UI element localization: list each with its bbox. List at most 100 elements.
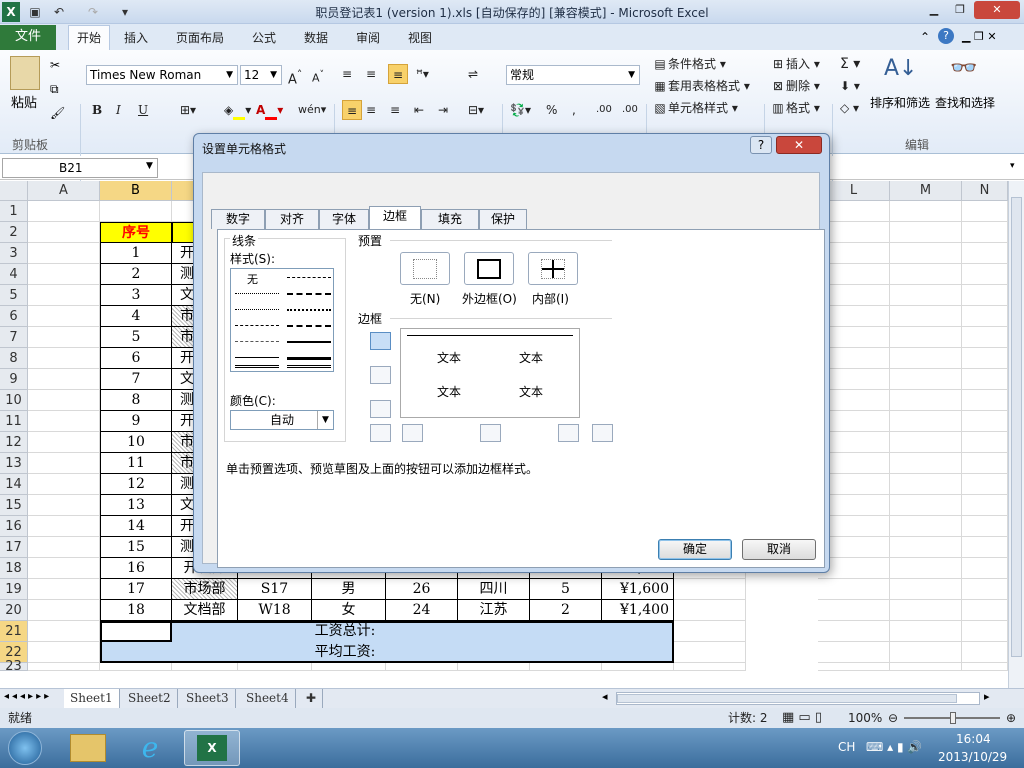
cell[interactable]	[28, 579, 100, 600]
cell[interactable]	[818, 600, 890, 621]
font-size-select[interactable]: 12 ▼	[240, 65, 282, 85]
cell[interactable]	[28, 348, 100, 369]
cell[interactable]	[890, 453, 962, 474]
dialog-tab[interactable]: 字体	[319, 209, 369, 229]
cell[interactable]	[890, 327, 962, 348]
dialog-tab[interactable]: 填充	[421, 209, 479, 229]
cell[interactable]	[962, 432, 1008, 453]
hscroll-left-icon[interactable]: ◂	[602, 690, 608, 703]
cell[interactable]	[890, 285, 962, 306]
sheet-nav-icon[interactable]: ◂◂◂▸▸▸	[4, 691, 52, 702]
data-cell[interactable]: 江苏	[458, 600, 530, 621]
cell-style-button[interactable]: ▧ 单元格样式 ▾	[652, 98, 738, 118]
cell[interactable]	[962, 453, 1008, 474]
data-cell[interactable]: 24	[386, 600, 458, 621]
data-cell[interactable]: 文档部	[172, 600, 238, 621]
data-cell[interactable]: W18	[238, 600, 312, 621]
data-cell[interactable]: 5	[530, 579, 602, 600]
row-header[interactable]: 9	[0, 369, 28, 390]
data-cell[interactable]: 男	[312, 579, 386, 600]
wrap-text-icon[interactable]: ⇌	[468, 64, 478, 84]
cell[interactable]	[962, 264, 1008, 285]
row-header[interactable]: 15	[0, 495, 28, 516]
paste-label[interactable]: 粘贴	[11, 92, 37, 111]
zoom-slider-thumb[interactable]	[950, 712, 956, 724]
find-select-button[interactable]: 查找和选择	[935, 94, 995, 111]
file-tab[interactable]: 文件	[0, 25, 56, 50]
paste-icon[interactable]	[10, 56, 40, 90]
preset-inside-label[interactable]: 内部(I)	[532, 290, 569, 307]
cell[interactable]	[674, 600, 746, 621]
cell[interactable]	[890, 495, 962, 516]
cell[interactable]	[386, 663, 458, 671]
dialog-help-button[interactable]: ?	[750, 136, 772, 154]
preset-outline-button[interactable]	[464, 252, 514, 285]
cell[interactable]	[238, 663, 312, 671]
clock-time[interactable]: 16:04	[956, 732, 991, 746]
cell[interactable]	[890, 432, 962, 453]
cell[interactable]	[530, 663, 602, 671]
ie-icon[interactable]: e	[132, 732, 168, 764]
align-right-icon[interactable]: ≡	[390, 100, 400, 120]
row-header[interactable]: 17	[0, 537, 28, 558]
border-left-button[interactable]	[402, 424, 423, 442]
cell[interactable]	[28, 390, 100, 411]
name-box[interactable]: B21	[2, 158, 158, 178]
align-left-icon[interactable]: ≡	[342, 100, 362, 120]
cell[interactable]	[28, 600, 100, 621]
row-header[interactable]: 14	[0, 474, 28, 495]
cell[interactable]	[28, 201, 100, 222]
data-cell[interactable]: 18	[100, 600, 172, 621]
close-button[interactable]: ✕	[974, 1, 1020, 19]
fill-icon[interactable]: ⬇ ▾	[840, 76, 860, 96]
border-middle-h-button[interactable]	[370, 366, 391, 384]
data-cell[interactable]: ¥1,400	[602, 600, 674, 621]
cell[interactable]	[962, 537, 1008, 558]
row-header[interactable]: 7	[0, 327, 28, 348]
orientation-icon[interactable]: ꟸ▾	[416, 64, 429, 84]
color-select[interactable]: 自动 ▼	[230, 410, 334, 430]
cell[interactable]	[674, 579, 746, 600]
cell[interactable]	[28, 369, 100, 390]
cell[interactable]	[890, 369, 962, 390]
border-diag-down-button[interactable]	[592, 424, 613, 442]
cell[interactable]	[818, 663, 890, 671]
grow-font-icon[interactable]: A˄	[288, 65, 302, 87]
sheet-tab[interactable]: Sheet4	[240, 689, 296, 708]
cell[interactable]	[28, 474, 100, 495]
column-header[interactable]: B	[100, 181, 172, 201]
tab-4[interactable]: 数据	[304, 29, 328, 46]
italic-button[interactable]: I	[116, 100, 121, 120]
border-bottom-button[interactable]	[370, 400, 391, 418]
shrink-font-icon[interactable]: A˅	[312, 65, 324, 85]
tab-6[interactable]: 视图	[408, 29, 432, 46]
avg-label-cell[interactable]: 平均工资:	[240, 642, 450, 663]
phonetic-icon[interactable]: wén▾	[298, 100, 326, 120]
no-cell[interactable]: 6	[100, 348, 172, 369]
cell[interactable]	[28, 537, 100, 558]
preset-none-label[interactable]: 无(N)	[410, 290, 440, 307]
active-cell[interactable]	[100, 621, 172, 642]
header-cell-no[interactable]: 序号	[100, 222, 172, 243]
preset-inside-button[interactable]	[528, 252, 578, 285]
increase-decimal-icon[interactable]: .00	[596, 100, 612, 120]
no-cell[interactable]: 7	[100, 369, 172, 390]
cell[interactable]	[818, 642, 890, 663]
data-cell[interactable]: 2	[530, 600, 602, 621]
comma-button[interactable]: ,	[572, 100, 576, 120]
increase-indent-icon[interactable]: ⇥	[438, 100, 448, 120]
clear-icon[interactable]: ◇ ▾	[840, 98, 859, 118]
delete-cells-button[interactable]: ⊠ 删除 ▾	[770, 76, 820, 96]
row-header[interactable]: 2	[0, 222, 28, 243]
zoom-level[interactable]: 100%	[848, 708, 882, 728]
cell[interactable]	[962, 663, 1008, 671]
cell[interactable]	[172, 663, 238, 671]
data-cell[interactable]: 四川	[458, 579, 530, 600]
align-top-icon[interactable]: ≡	[342, 64, 352, 84]
cell[interactable]	[890, 642, 962, 663]
no-cell[interactable]: 11	[100, 453, 172, 474]
name-box-dropdown-icon[interactable]: ▼	[146, 161, 153, 171]
sort-filter-button[interactable]: 排序和筛选	[870, 94, 930, 111]
preset-none-button[interactable]	[400, 252, 450, 285]
border-right-button[interactable]	[558, 424, 579, 442]
